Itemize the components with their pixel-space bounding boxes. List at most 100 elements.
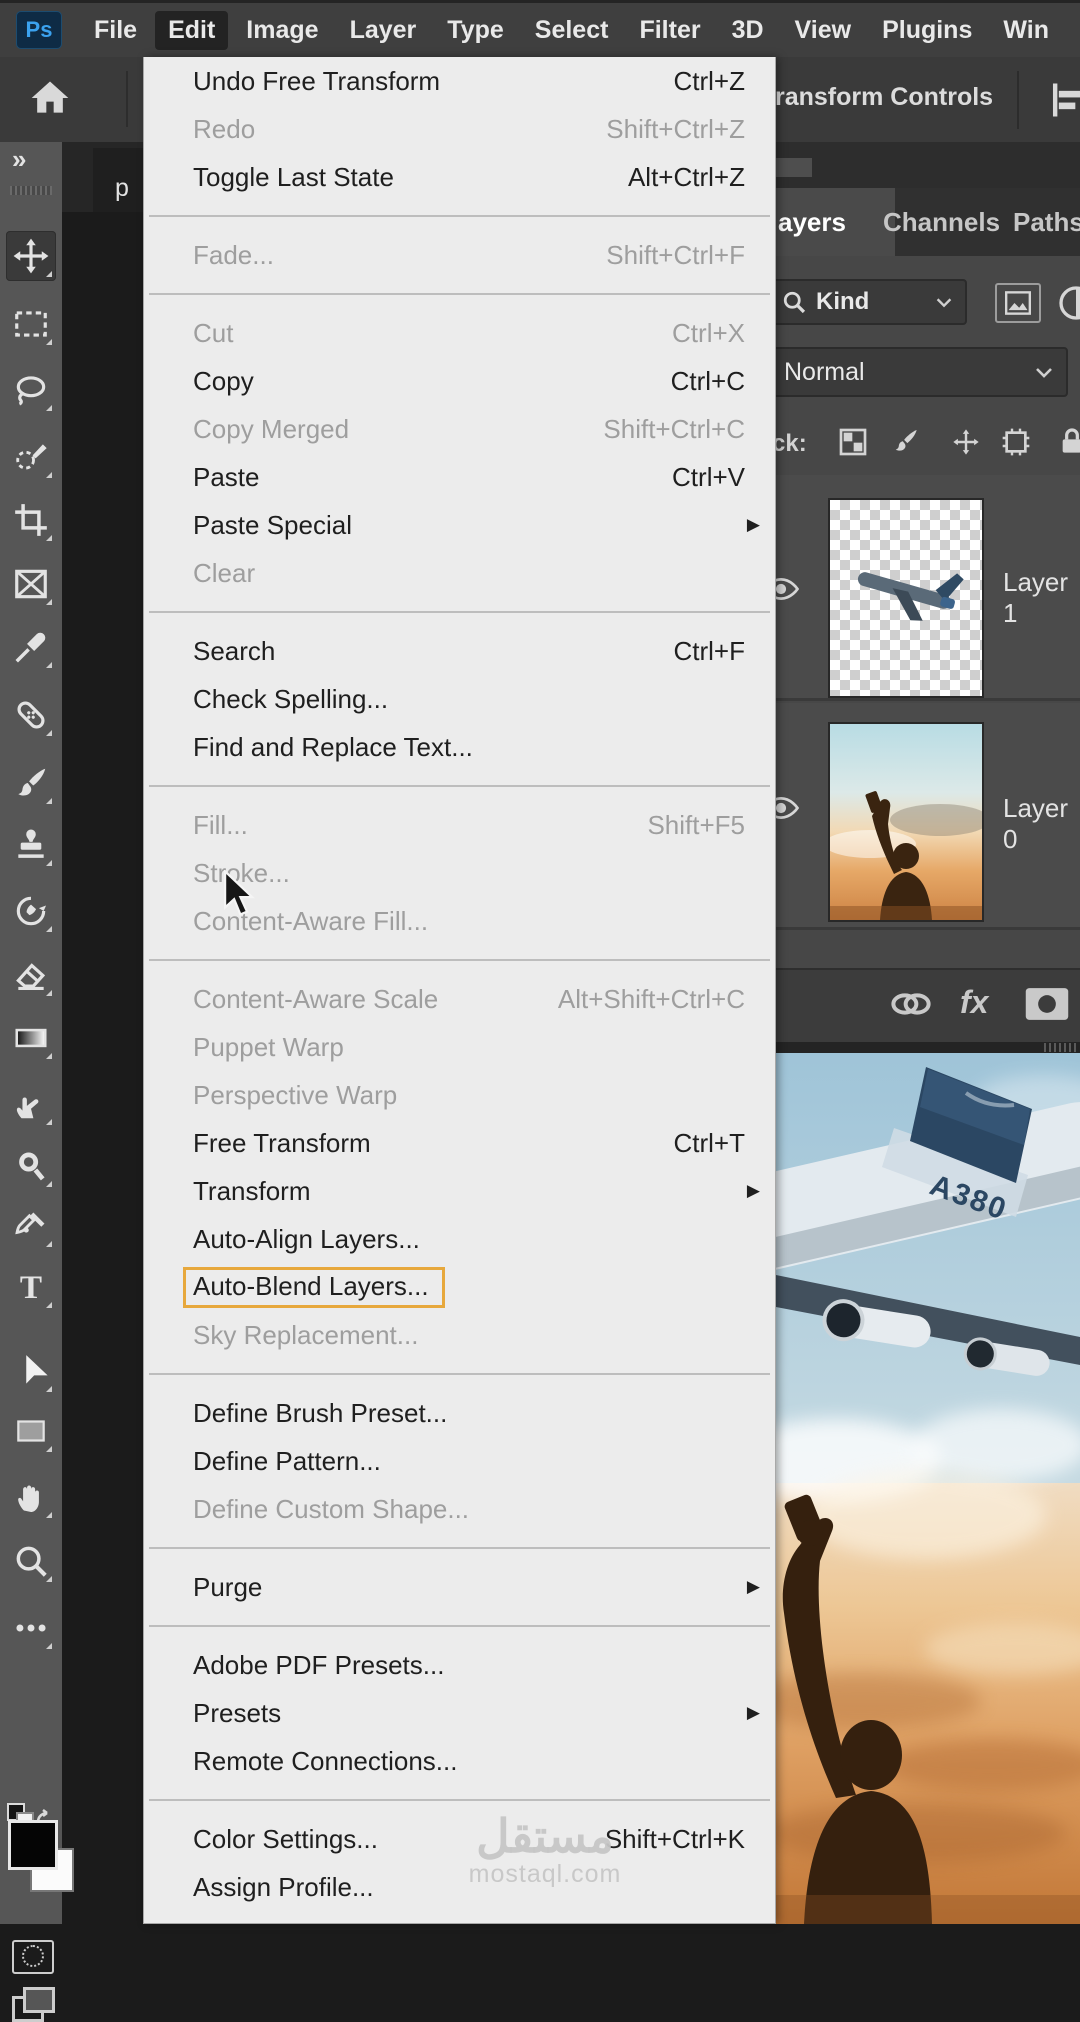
path-selection-tool[interactable] (6, 1346, 56, 1396)
object-selection-tool[interactable] (6, 432, 56, 482)
photoshop-logo: Ps (16, 11, 62, 49)
menu-item-purge[interactable]: Purge ▶ (144, 1563, 775, 1611)
history-brush-tool[interactable] (6, 886, 56, 936)
document-tab[interactable]: p (93, 148, 143, 212)
menu-item-undo-free-transform[interactable]: Undo Free Transform Ctrl+Z (144, 57, 775, 105)
pen-tool[interactable] (6, 1201, 56, 1251)
menu-item-sky-replacement[interactable]: Sky Replacement... (144, 1311, 775, 1359)
menu-item-clear[interactable]: Clear (144, 549, 775, 597)
menu-item-label: Perspective Warp (193, 1079, 398, 1110)
menu-item-color-settings[interactable]: Color Settings... Shift+Ctrl+K (144, 1815, 775, 1863)
gradient-tool[interactable] (6, 1013, 56, 1063)
menu-item-content-aware-scale[interactable]: Content-Aware Scale Alt+Shift+Ctrl+C (144, 975, 775, 1023)
menu-item-free-transform[interactable]: Free Transform Ctrl+T (144, 1119, 775, 1167)
menu-item-puppet-warp[interactable]: Puppet Warp (144, 1023, 775, 1071)
screen-mode-button[interactable] (12, 1987, 55, 2022)
menubar-item-layer[interactable]: Layer (337, 11, 430, 50)
menu-item-find-and-replace-text[interactable]: Find and Replace Text... (144, 723, 775, 771)
layer-filter-field[interactable]: Kind (770, 279, 967, 325)
layer-thumbnail[interactable] (828, 722, 984, 922)
menu-item-convert-to-profile[interactable]: Convert to Profile... (144, 1911, 775, 1924)
menubar-item-select[interactable]: Select (522, 11, 622, 50)
tab-channels[interactable]: Channels (883, 188, 1000, 256)
crop-tool[interactable] (6, 495, 56, 545)
airplane-thumbnail (857, 572, 964, 621)
type-tool[interactable]: T (6, 1262, 56, 1312)
menu-item-copy-merged[interactable]: Copy Merged Shift+Ctrl+C (144, 405, 775, 453)
menu-item-auto-align-layers[interactable]: Auto-Align Layers... (144, 1215, 775, 1263)
brush-tool[interactable] (6, 758, 56, 808)
menu-item-paste[interactable]: Paste Ctrl+V (144, 453, 775, 501)
clone-stamp-tool[interactable] (6, 820, 56, 870)
menu-item-paste-special[interactable]: Paste Special ▶ (144, 501, 775, 549)
zoom-tool[interactable] (6, 1536, 56, 1586)
edit-toolbar[interactable] (6, 1603, 56, 1653)
menubar-item-3d[interactable]: 3D (719, 11, 777, 50)
menu-item-presets[interactable]: Presets ▶ (144, 1689, 775, 1737)
filter-by-pixel-layers-button[interactable] (995, 283, 1041, 323)
eraser-tool[interactable] (6, 950, 56, 1000)
menubar-item-file[interactable]: File (81, 11, 150, 50)
menubar-item-image[interactable]: Image (233, 11, 331, 50)
menubar-item-plugins[interactable]: Plugins (869, 11, 985, 50)
lock-all-icon[interactable] (1056, 426, 1080, 460)
menu-item-check-spelling[interactable]: Check Spelling... (144, 675, 775, 723)
menu-item-fade[interactable]: Fade... Shift+Ctrl+F (144, 231, 775, 279)
foreground-color-swatch[interactable] (8, 1820, 58, 1870)
menu-item-redo[interactable]: Redo Shift+Ctrl+Z (144, 105, 775, 153)
layer-style-button[interactable]: fx (960, 984, 988, 1021)
menubar-item-filter[interactable]: Filter (626, 11, 713, 50)
dodge-tool[interactable] (6, 1141, 56, 1191)
layer-thumbnail[interactable] (828, 498, 984, 698)
align-left-button[interactable] (1046, 77, 1080, 123)
hand-tool[interactable] (6, 1472, 56, 1522)
menubar-item-edit[interactable]: Edit (155, 10, 229, 50)
toolbar-grip[interactable] (10, 186, 52, 195)
image-icon (1005, 291, 1031, 315)
tab-paths[interactable]: Paths (1013, 188, 1080, 256)
lock-position-icon[interactable] (950, 426, 984, 460)
menu-item-perspective-warp[interactable]: Perspective Warp (144, 1071, 775, 1119)
menu-item-label: Clear (193, 557, 256, 588)
link-layers-button[interactable] (888, 984, 934, 1029)
menu-item-define-pattern[interactable]: Define Pattern... (144, 1437, 775, 1485)
lock-transparent-pixels-icon[interactable] (837, 426, 871, 460)
smudge-tool[interactable] (6, 1079, 56, 1129)
quick-mask-button[interactable] (12, 1940, 54, 1974)
menu-item-remote-connections[interactable]: Remote Connections... (144, 1737, 775, 1785)
menubar-item-win[interactable]: Win (990, 11, 1062, 50)
blend-mode-select[interactable]: Normal (770, 347, 1068, 397)
home-button[interactable] (22, 69, 78, 127)
rectangular-marquee-tool[interactable] (6, 299, 56, 349)
home-icon (31, 81, 69, 113)
menu-item-cut[interactable]: Cut Ctrl+X (144, 309, 775, 357)
menu-item-auto-blend-layers[interactable]: Auto-Blend Layers... (144, 1263, 775, 1311)
menu-item-label: Adobe PDF Presets... (193, 1649, 445, 1680)
menu-item-define-brush-preset[interactable]: Define Brush Preset... (144, 1389, 775, 1437)
menu-item-copy[interactable]: Copy Ctrl+C (144, 357, 775, 405)
align-left-icon (1052, 83, 1080, 117)
lock-image-pixels-icon[interactable] (890, 426, 924, 460)
menu-item-define-custom-shape[interactable]: Define Custom Shape... (144, 1485, 775, 1533)
frame-tool[interactable] (6, 559, 56, 609)
menu-item-assign-profile[interactable]: Assign Profile... (144, 1863, 775, 1911)
menu-item-fill[interactable]: Fill... Shift+F5 (144, 801, 775, 849)
document-canvas[interactable]: A380 (687, 1053, 1080, 1924)
menu-item-search[interactable]: Search Ctrl+F (144, 627, 775, 675)
collapse-toolbar-icon[interactable]: » (12, 144, 27, 175)
rectangle-tool[interactable] (6, 1406, 56, 1456)
spot-healing-brush-tool[interactable] (6, 690, 56, 740)
menu-separator (144, 279, 775, 309)
menu-item-adobe-pdf-presets[interactable]: Adobe PDF Presets... (144, 1641, 775, 1689)
menu-item-toggle-last-state[interactable]: Toggle Last State Alt+Ctrl+Z (144, 153, 775, 201)
menu-item-transform[interactable]: Transform ▶ (144, 1167, 775, 1215)
move-tool[interactable] (6, 231, 56, 281)
lock-artboard-icon[interactable] (1000, 426, 1034, 460)
eyedropper-tool[interactable] (6, 622, 56, 672)
menubar-item-type[interactable]: Type (434, 11, 517, 50)
menubar-item-view[interactable]: View (782, 11, 865, 50)
filter-by-adjustment-layers-button[interactable] (1056, 283, 1080, 323)
add-layer-mask-button[interactable] (1024, 984, 1070, 1029)
show-transform-controls-label[interactable]: ransform Controls (775, 83, 993, 112)
lasso-tool[interactable] (6, 365, 56, 415)
